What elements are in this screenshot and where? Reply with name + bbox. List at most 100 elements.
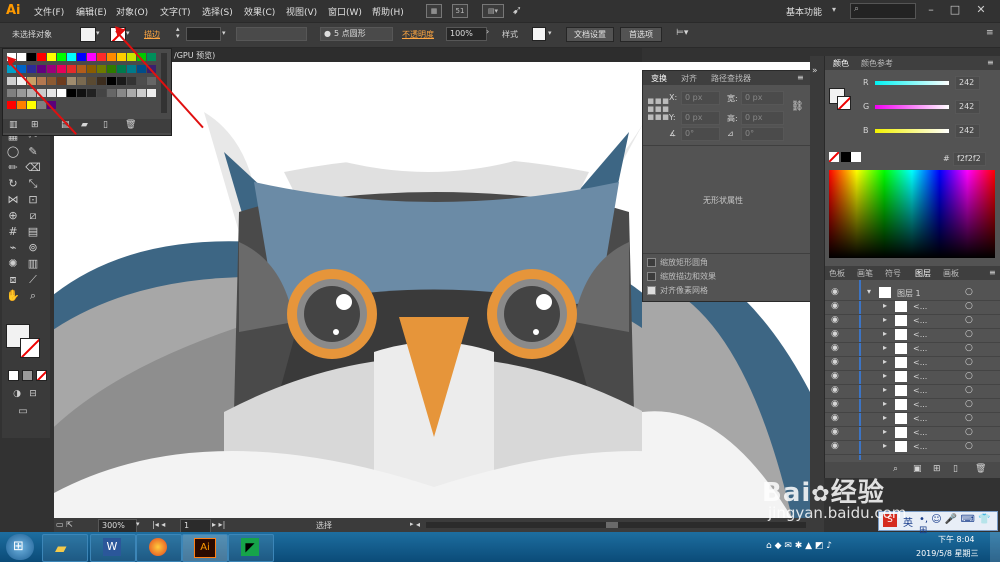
make-clip-mask-icon[interactable]: ▣	[913, 464, 922, 474]
h-field[interactable]: 0 px	[741, 111, 784, 125]
opacity-arrow-icon[interactable]: ›	[486, 27, 489, 36]
white-chip[interactable]	[851, 152, 861, 162]
swatch-chip[interactable]	[67, 89, 76, 97]
workspace-switcher[interactable]: 基本功能	[786, 5, 822, 18]
swatch-chip[interactable]	[137, 65, 146, 73]
color-panel-menu-icon[interactable]: ≡	[987, 58, 994, 67]
graphic-style-swatch[interactable]	[532, 27, 546, 41]
ime-tools-icons[interactable]: •, ☺ 🎤 ⌨ 👕 ⊞	[919, 514, 997, 536]
sublayer-row[interactable]: ◉ ▸ <... ○	[825, 328, 1000, 343]
expand-chevron-icon[interactable]: ▾	[867, 287, 871, 296]
stroke-color-swatch[interactable]	[837, 96, 851, 110]
swatch-chip[interactable]	[107, 65, 116, 73]
menu-file[interactable]: 文件(F)	[34, 5, 64, 18]
visibility-eye-icon[interactable]: ◉	[831, 343, 839, 353]
swatch-chip[interactable]	[97, 53, 106, 61]
swatch-chip[interactable]	[77, 89, 86, 97]
align-pixel-grid-option[interactable]: 对齐像素网格	[647, 285, 708, 296]
visibility-eye-icon[interactable]: ◉	[831, 315, 839, 325]
control-bar-menu-icon[interactable]: ≡	[986, 28, 994, 38]
visibility-eye-icon[interactable]: ◉	[831, 357, 839, 367]
status-left-icons[interactable]: ▭ ⇱	[56, 520, 73, 529]
red-slider[interactable]	[875, 81, 949, 85]
draw-behind-icon[interactable]: ⊟	[24, 386, 42, 402]
sublayer-name[interactable]: <...	[913, 372, 927, 381]
expand-chevron-icon[interactable]: ▸	[883, 371, 887, 380]
target-circle-icon[interactable]: ○	[965, 357, 973, 367]
taskbar-explorer[interactable]: ▰	[42, 534, 88, 562]
scale-corners-checkbox[interactable]	[647, 258, 656, 267]
eraser-tool-icon[interactable]: ⌫	[24, 160, 42, 176]
free-transform-tool-icon[interactable]: ⊡	[24, 192, 42, 208]
visibility-eye-icon[interactable]: ◉	[831, 399, 839, 409]
locate-object-icon[interactable]: ⌕	[893, 464, 898, 474]
shape-builder-tool-icon[interactable]: ⊕	[4, 208, 22, 224]
sublayer-name[interactable]: <...	[913, 414, 927, 423]
hscroll-left-icon[interactable]: ◂	[416, 520, 420, 529]
swatch-chip[interactable]	[57, 77, 66, 85]
delete-swatch-icon[interactable]: 🗑	[125, 120, 136, 130]
target-circle-icon[interactable]: ○	[965, 301, 973, 311]
scale-strokes-checkbox[interactable]	[647, 272, 656, 281]
shear-field[interactable]: 0°	[741, 127, 784, 141]
ellipse-tool-icon[interactable]: ◯	[4, 144, 22, 160]
swatch-chip[interactable]	[17, 89, 26, 97]
stroke-weight-dropdown-icon[interactable]: ▾	[222, 29, 226, 37]
clock-date[interactable]: 2019/5/8 星期三	[916, 548, 978, 559]
swatch-chip[interactable]	[87, 65, 96, 73]
toolbar-stroke-swatch[interactable]	[20, 338, 40, 358]
expand-chevron-icon[interactable]: ▸	[883, 413, 887, 422]
layer-row-top[interactable]: ◉ ▾ 图层 1 ○	[825, 286, 1000, 301]
rotate-field[interactable]: 0°	[681, 127, 720, 141]
swatch-chip[interactable]	[137, 77, 146, 85]
menu-select[interactable]: 选择(S)	[202, 5, 233, 18]
none-mode-icon[interactable]	[36, 370, 47, 381]
blend-tool-icon[interactable]: ⊚	[24, 240, 42, 256]
swatch-chip[interactable]	[7, 101, 16, 109]
menu-effect[interactable]: 效果(C)	[244, 5, 275, 18]
swatch-chip[interactable]	[117, 77, 126, 85]
gpu-rocket-icon[interactable]: ➹	[512, 3, 522, 17]
sublayer-name[interactable]: <...	[913, 358, 927, 367]
paintbrush-tool-icon[interactable]: ✎	[24, 144, 42, 160]
visibility-eye-icon[interactable]: ◉	[831, 301, 839, 311]
sublayer-row[interactable]: ◉ ▸ <... ○	[825, 440, 1000, 455]
blue-slider[interactable]	[875, 129, 949, 133]
scale-strokes-option[interactable]: 缩放描边和效果	[647, 271, 716, 282]
sublayer-row[interactable]: ◉ ▸ <... ○	[825, 384, 1000, 399]
target-circle-icon[interactable]: ○	[965, 413, 973, 423]
swatch-chip[interactable]	[127, 77, 136, 85]
swatch-chip[interactable]	[77, 65, 86, 73]
taskbar-word[interactable]: W	[90, 534, 136, 562]
target-circle-icon[interactable]: ○	[965, 385, 973, 395]
sublayer-row[interactable]: ◉ ▸ <... ○	[825, 426, 1000, 441]
constrain-proportions-icon[interactable]: ⛓	[791, 101, 804, 112]
swatch-kind-icon[interactable]: ⊞	[31, 120, 39, 130]
tab-layers[interactable]: 图层	[915, 268, 931, 279]
tray-icons[interactable]: ⌂ ◆ ✉ ✱ ▲ ◩ ♪	[766, 541, 832, 551]
zoom-dropdown-icon[interactable]: ▾	[136, 520, 140, 528]
visibility-eye-icon[interactable]: ◉	[831, 413, 839, 423]
zoom-tool-icon[interactable]: ⌕	[24, 288, 42, 304]
none-color-chip[interactable]	[829, 152, 839, 162]
swatch-chip[interactable]	[107, 77, 116, 85]
sublayer-row[interactable]: ◉ ▸ <... ○	[825, 398, 1000, 413]
taskbar-firefox[interactable]	[136, 534, 182, 562]
width-tool-icon[interactable]: ⋈	[4, 192, 22, 208]
mesh-tool-icon[interactable]: #	[4, 224, 22, 240]
tab-swatches[interactable]: 色板	[829, 268, 845, 279]
target-circle-icon[interactable]: ○	[965, 315, 973, 325]
sublayer-row[interactable]: ◉ ▸ <... ○	[825, 314, 1000, 329]
swatch-chip[interactable]	[57, 89, 66, 97]
stroke-dropdown-icon[interactable]: ▾	[126, 29, 130, 37]
fill-swatch[interactable]	[80, 27, 96, 42]
swatch-chip[interactable]	[37, 77, 46, 85]
visibility-eye-icon[interactable]: ◉	[831, 385, 839, 395]
expand-chevron-icon[interactable]: ▸	[883, 329, 887, 338]
sublayer-name[interactable]: <...	[913, 428, 927, 437]
color-mode-icon[interactable]	[8, 370, 19, 381]
sublayer-row[interactable]: ◉ ▸ <... ○	[825, 300, 1000, 315]
swatch-chip[interactable]	[107, 89, 116, 97]
y-field[interactable]: 0 px	[681, 111, 720, 125]
menu-help[interactable]: 帮助(H)	[372, 5, 404, 18]
